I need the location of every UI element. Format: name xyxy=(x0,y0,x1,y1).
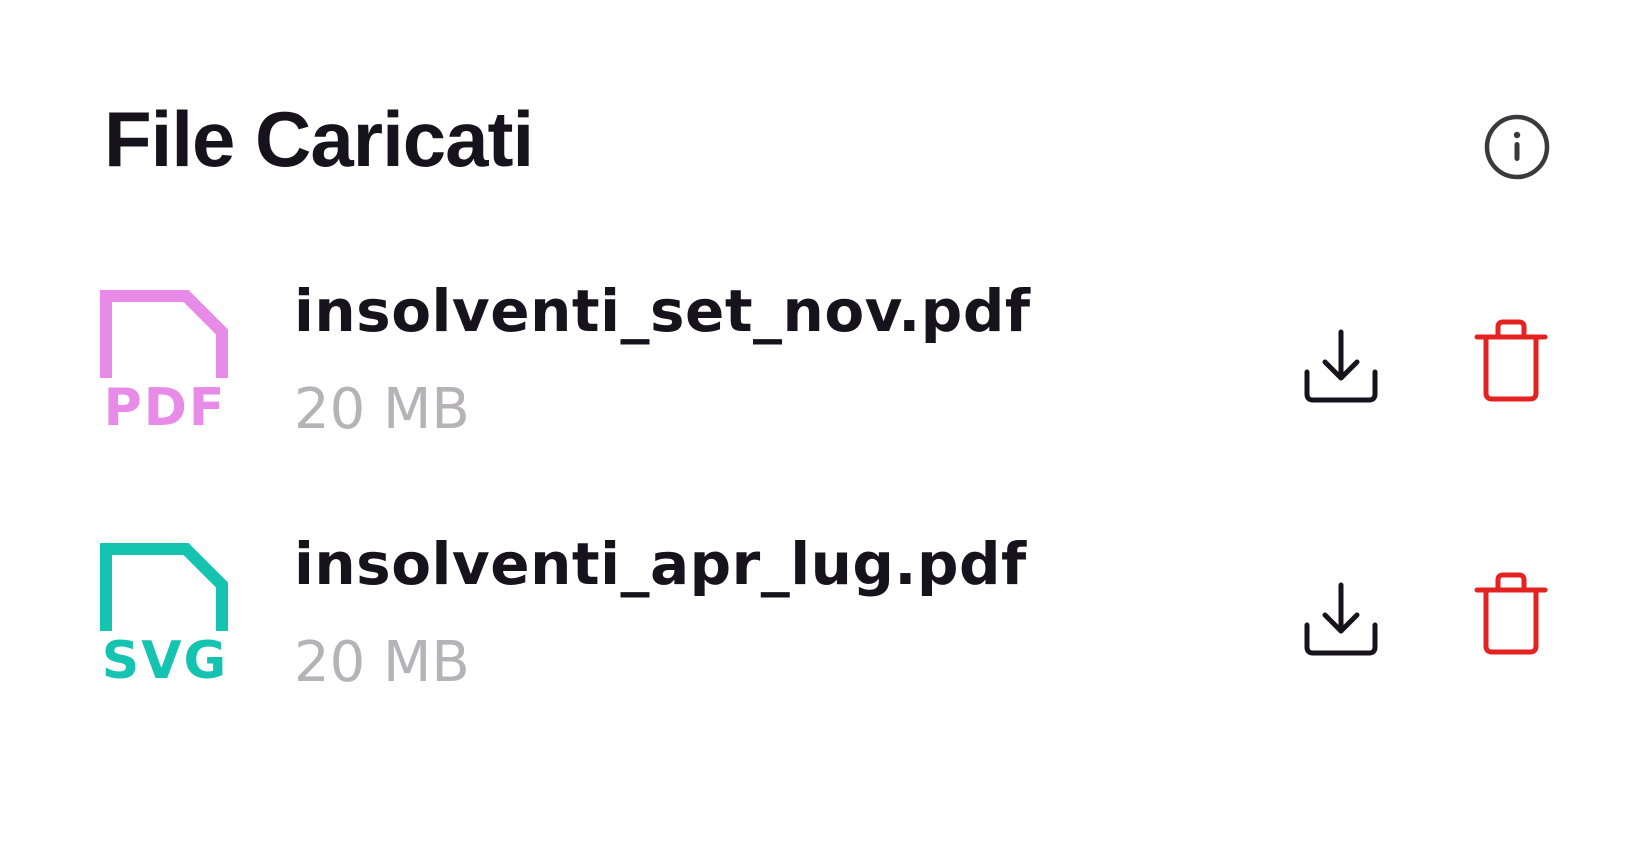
uploaded-files-panel: File Caricati PDF insolventi_set_nov.pdf… xyxy=(0,0,1650,846)
trash-icon xyxy=(1474,572,1548,655)
svg-file-icon xyxy=(100,543,228,631)
delete-button[interactable] xyxy=(1466,569,1556,659)
file-name: insolventi_apr_lug.pdf xyxy=(294,530,1027,598)
page-title: File Caricati xyxy=(104,95,534,183)
file-type-label: SVG xyxy=(101,631,229,691)
file-type-icon: PDF xyxy=(100,282,230,442)
download-button[interactable] xyxy=(1296,322,1386,412)
file-type-icon: SVG xyxy=(100,535,230,695)
info-icon xyxy=(1484,114,1550,180)
delete-button[interactable] xyxy=(1466,316,1556,406)
trash-icon xyxy=(1474,319,1548,402)
file-size: 20 MB xyxy=(294,377,470,442)
file-row: SVG insolventi_apr_lug.pdf 20 MB xyxy=(0,535,1650,735)
download-icon xyxy=(1304,329,1378,403)
file-name: insolventi_set_nov.pdf xyxy=(294,277,1031,345)
file-row: PDF insolventi_set_nov.pdf 20 MB xyxy=(0,282,1650,482)
file-type-label: PDF xyxy=(103,378,227,438)
info-button[interactable] xyxy=(1482,112,1552,182)
download-icon xyxy=(1304,582,1378,656)
file-size: 20 MB xyxy=(294,630,470,695)
download-button[interactable] xyxy=(1296,575,1386,665)
pdf-file-icon xyxy=(100,290,228,378)
